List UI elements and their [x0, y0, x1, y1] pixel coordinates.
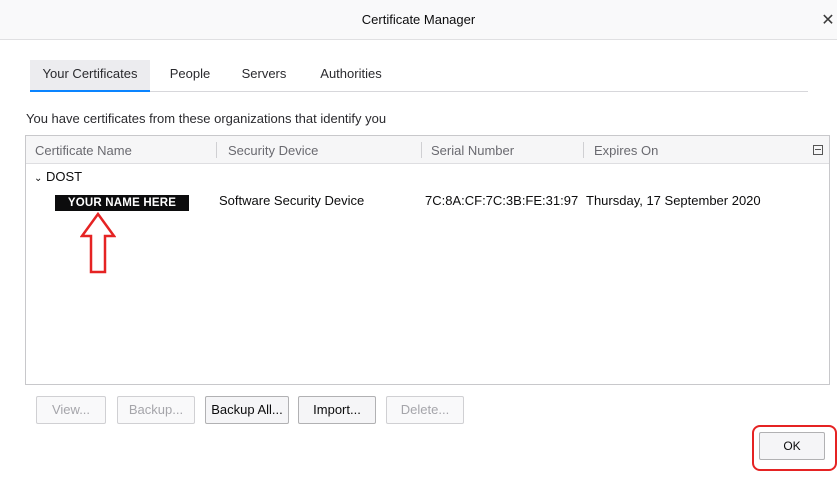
- close-icon[interactable]: ✕: [821, 10, 835, 30]
- backup-all-button[interactable]: Backup All...: [205, 396, 289, 424]
- window-title: Certificate Manager: [361, 12, 476, 27]
- column-separator[interactable]: [421, 142, 422, 158]
- cell-certificate-name[interactable]: YOUR NAME HERE: [55, 195, 189, 211]
- intro-text: You have certificates from these organiz…: [26, 111, 387, 126]
- group-name: DOST: [46, 169, 83, 184]
- tab-people[interactable]: People: [160, 60, 220, 92]
- view-button[interactable]: View...: [36, 396, 106, 424]
- ok-button[interactable]: OK: [759, 432, 825, 460]
- backup-button[interactable]: Backup...: [117, 396, 195, 424]
- cell-serial-number[interactable]: 7C:8A:CF:7C:3B:FE:31:97: [425, 193, 578, 208]
- delete-button[interactable]: Delete...: [386, 396, 464, 424]
- tab-servers[interactable]: Servers: [230, 60, 298, 92]
- column-header-security-device[interactable]: Security Device: [228, 143, 318, 158]
- certificate-tree[interactable]: Certificate Name Security Device Serial …: [25, 135, 830, 385]
- import-button[interactable]: Import...: [298, 396, 376, 424]
- chevron-down-icon[interactable]: ⌄: [34, 173, 44, 184]
- cell-expires-on[interactable]: Thursday, 17 September 2020: [586, 193, 761, 208]
- column-separator[interactable]: [583, 142, 584, 158]
- tab-bar: Your Certificates People Servers Authori…: [30, 60, 808, 92]
- column-separator[interactable]: [216, 142, 217, 158]
- column-picker-icon[interactable]: [813, 145, 823, 155]
- annotation-arrow-icon: [80, 212, 116, 274]
- column-header-certificate-name[interactable]: Certificate Name: [35, 143, 132, 158]
- column-header-serial-number[interactable]: Serial Number: [431, 143, 514, 158]
- tab-authorities[interactable]: Authorities: [310, 60, 392, 92]
- tab-your-certificates[interactable]: Your Certificates: [30, 60, 150, 92]
- cell-security-device[interactable]: Software Security Device: [219, 193, 364, 208]
- column-header-expires-on[interactable]: Expires On: [594, 143, 658, 158]
- title-bar: Certificate Manager ✕: [0, 0, 837, 40]
- tree-header: Certificate Name Security Device Serial …: [26, 136, 829, 164]
- tree-group-row[interactable]: ⌄ DOST: [34, 169, 82, 184]
